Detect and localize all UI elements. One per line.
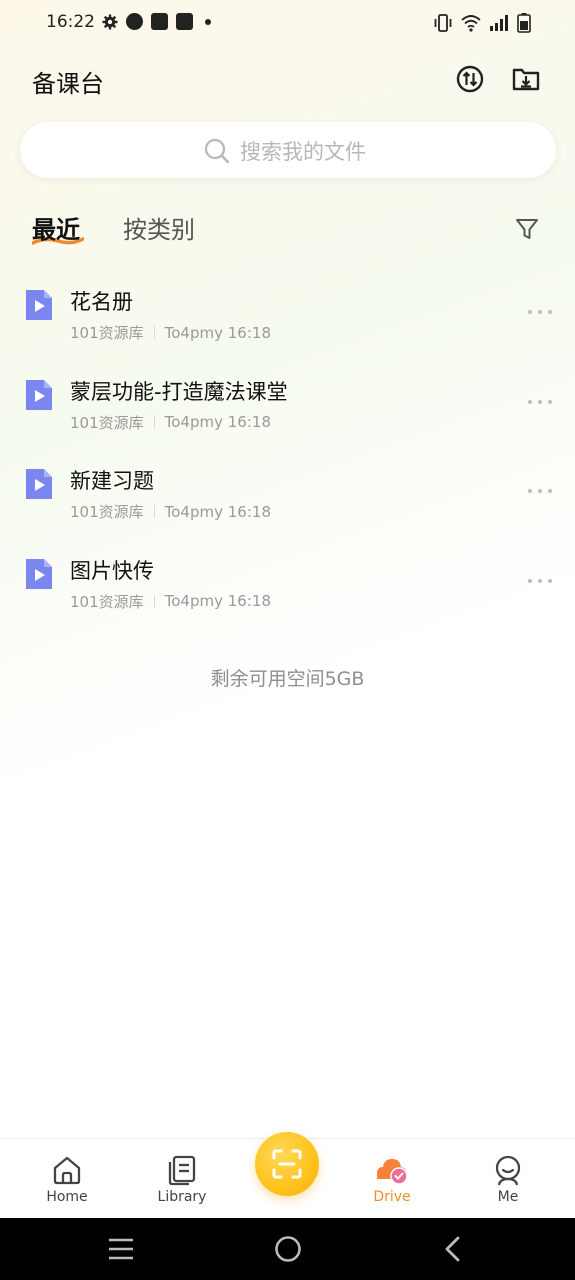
storage-remaining-text: 剩余可用空间5GB: [210, 668, 365, 690]
nav-drive[interactable]: Drive: [352, 1153, 432, 1205]
gear-icon: [102, 14, 118, 29]
file-row[interactable]: 新建习题 101资源库 To4pmy 16:18: [0, 449, 575, 539]
file-owner-time: To4pmy 16:18: [164, 592, 271, 610]
folder-download-icon[interactable]: [511, 64, 541, 94]
wifi-icon: [461, 15, 481, 32]
status-time: 16:22: [46, 12, 95, 32]
back-icon[interactable]: [440, 1234, 464, 1264]
file-meta: 101资源库 To4pmy 16:18: [70, 412, 271, 433]
sync-icon[interactable]: [455, 64, 485, 94]
file-row[interactable]: 图片快传 101资源库 To4pmy 16:18: [0, 539, 575, 629]
nav-library-label: Library: [157, 1189, 207, 1205]
video-file-icon: [26, 558, 52, 589]
file-source: 101资源库: [70, 413, 144, 432]
page-title: 备课台: [32, 70, 104, 98]
bag-icon: [176, 13, 193, 30]
video-file-icon: [26, 469, 52, 499]
profile-icon: [495, 1155, 521, 1186]
tab-by-category[interactable]: 按类别: [123, 210, 195, 245]
notification-icons: [102, 13, 211, 30]
file-owner-time: To4pmy 16:18: [164, 502, 271, 521]
circle-app-icon: [126, 13, 143, 30]
file-source: 101资源库: [70, 503, 144, 521]
meta-divider: [153, 505, 155, 518]
library-icon: [168, 1155, 196, 1186]
filter-icon[interactable]: [514, 216, 540, 242]
file-name: 图片快传: [70, 558, 154, 583]
tab-bar: 最近 按类别: [0, 200, 575, 250]
vibrate-icon: [434, 14, 452, 32]
more-options-icon[interactable]: [528, 398, 552, 406]
file-row[interactable]: 蒙层功能-打造魔法课堂 101资源库 To4pmy 16:18: [0, 360, 575, 450]
drive-cloud-icon: [377, 1159, 408, 1185]
search-placeholder-group: 搜索我的文件: [204, 136, 366, 166]
system-navigation-bar: [0, 1218, 575, 1280]
file-name: 新建习题: [70, 469, 154, 493]
system-status-icons: [433, 13, 531, 33]
file-owner-time: To4pmy 16:18: [164, 323, 271, 342]
file-source: 101资源库: [70, 592, 144, 611]
meta-divider: [153, 326, 155, 339]
nav-library[interactable]: Library: [142, 1153, 222, 1205]
nav-me[interactable]: Me: [468, 1153, 548, 1205]
nav-me-label: Me: [497, 1189, 519, 1205]
nav-home[interactable]: Home: [27, 1153, 107, 1205]
search-icon: [204, 138, 230, 164]
more-options-icon[interactable]: [528, 577, 552, 585]
more-options-icon[interactable]: [528, 487, 552, 495]
search-input[interactable]: 搜索我的文件: [20, 122, 556, 178]
nav-home-label: Home: [46, 1189, 88, 1205]
file-meta: 101资源库 To4pmy 16:18: [70, 322, 271, 343]
file-meta: 101资源库 To4pmy 16:18: [70, 591, 271, 612]
file-meta: 101资源库 To4pmy 16:18: [70, 501, 271, 522]
meta-divider: [153, 415, 155, 429]
file-owner-time: To4pmy 16:18: [164, 413, 271, 431]
file-source: 101资源库: [70, 324, 144, 342]
home-icon: [53, 1156, 81, 1185]
video-file-icon: [26, 290, 52, 320]
scan-button[interactable]: [255, 1132, 319, 1196]
more-options-icon[interactable]: [528, 308, 552, 316]
menu-icon[interactable]: [107, 1234, 135, 1264]
app-header: 备课台: [0, 56, 575, 104]
signal-icon: [490, 15, 508, 31]
nav-drive-label: Drive: [373, 1189, 411, 1205]
file-row[interactable]: 花名册 101资源库 To4pmy 16:18: [0, 270, 575, 360]
scan-icon: [272, 1149, 302, 1179]
search-placeholder: 搜索我的文件: [240, 140, 366, 164]
dot-icon: [205, 18, 211, 25]
home-circle-icon[interactable]: [273, 1234, 303, 1264]
status-bar: 16:22: [0, 0, 575, 46]
tab-recent[interactable]: 最近: [32, 210, 80, 245]
video-file-icon: [26, 379, 52, 410]
file-name: 花名册: [70, 290, 133, 314]
file-name: 蒙层功能-打造魔法课堂: [70, 379, 288, 404]
file-list: 花名册 101资源库 To4pmy 16:18 蒙层功能-打造魔法课堂 101资…: [0, 270, 575, 628]
bag-icon: [151, 13, 168, 30]
battery-icon: [517, 13, 531, 33]
meta-divider: [153, 594, 155, 608]
